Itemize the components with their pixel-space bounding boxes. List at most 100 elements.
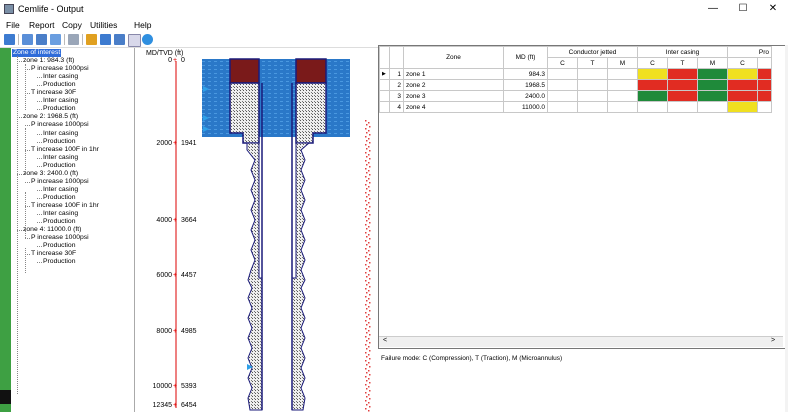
scroll-right-arrow[interactable]: > bbox=[771, 337, 775, 344]
open-icon[interactable] bbox=[22, 34, 33, 45]
cell-failure-status[interactable] bbox=[667, 68, 698, 80]
cell-failure-status[interactable] bbox=[547, 90, 578, 102]
cell-failure-status[interactable] bbox=[637, 90, 668, 102]
results-grid[interactable]: Zone MD (ft) Conductor jetted Inter casi… bbox=[378, 45, 786, 349]
cell-failure-status[interactable] bbox=[577, 90, 608, 102]
cell-failure-status[interactable] bbox=[727, 79, 758, 91]
table-row[interactable]: 4 zone 4 11000.0 bbox=[379, 101, 772, 113]
help-icon[interactable] bbox=[142, 34, 153, 45]
col-subheader[interactable]: C bbox=[727, 57, 758, 69]
cell-failure-status[interactable] bbox=[697, 101, 728, 113]
tree-leaf-node[interactable]: Production bbox=[43, 194, 76, 202]
col-subheader[interactable]: C bbox=[637, 57, 668, 69]
tree-leaf-node[interactable]: Production bbox=[43, 242, 76, 250]
cell-failure-status[interactable] bbox=[667, 79, 698, 91]
tree-leaf-node[interactable]: Inter casing bbox=[43, 186, 78, 194]
cell-failure-status[interactable] bbox=[637, 101, 668, 113]
calculator-icon[interactable] bbox=[100, 34, 111, 45]
col-subheader[interactable]: M bbox=[697, 57, 728, 69]
col-subheader[interactable]: T bbox=[667, 57, 698, 69]
chart-icon[interactable] bbox=[4, 34, 15, 45]
cell-failure-status[interactable] bbox=[727, 90, 758, 102]
cell-failure-status[interactable] bbox=[577, 101, 608, 113]
cell-failure-status[interactable] bbox=[637, 79, 668, 91]
col-subheader[interactable]: C bbox=[547, 57, 578, 69]
tree-zone-node[interactable]: zone 4: 11000.0 (ft) bbox=[23, 226, 81, 234]
cell-failure-status[interactable] bbox=[547, 68, 578, 80]
minimize-button[interactable]: — bbox=[700, 2, 726, 16]
tree-leaf-node[interactable]: Inter casing bbox=[43, 130, 78, 138]
cell-failure-status[interactable] bbox=[607, 68, 638, 80]
cell-md[interactable]: 984.3 bbox=[503, 68, 548, 80]
close-button[interactable]: ✕ bbox=[760, 2, 786, 16]
row-selector[interactable] bbox=[379, 101, 390, 113]
tree-case-node[interactable]: P increase 1000psi bbox=[31, 121, 89, 129]
row-selector[interactable] bbox=[379, 90, 390, 102]
tree-leaf-node[interactable]: Production bbox=[43, 138, 76, 146]
cell-md[interactable]: 11000.0 bbox=[503, 101, 548, 113]
table-row[interactable]: 3 zone 3 2400.0 bbox=[379, 90, 772, 102]
zone-tree[interactable]: Zone of interest zone 1: 984.3 (ft) P incr… bbox=[11, 48, 135, 412]
menu-copy[interactable]: Copy bbox=[62, 20, 82, 30]
table-row[interactable]: ▶ 1 zone 1 984.3 bbox=[379, 68, 772, 80]
bars-icon[interactable] bbox=[86, 34, 97, 45]
tree-leaf-node[interactable]: Inter casing bbox=[43, 154, 78, 162]
horizontal-scrollbar[interactable]: < > bbox=[379, 336, 783, 347]
cell-failure-status[interactable] bbox=[697, 79, 728, 91]
cell-failure-status[interactable] bbox=[667, 101, 698, 113]
menu-help[interactable]: Help bbox=[134, 20, 151, 30]
menu-report[interactable]: Report bbox=[29, 20, 55, 30]
tree-zone-node[interactable]: zone 2: 1968.5 (ft) bbox=[23, 113, 78, 121]
table-icon[interactable] bbox=[114, 34, 125, 45]
tree-zone-node[interactable]: zone 3: 2400.0 (ft) bbox=[23, 170, 78, 178]
cell-zone[interactable]: zone 3 bbox=[403, 90, 504, 102]
edit-icon[interactable] bbox=[128, 34, 141, 47]
col-header-zone[interactable]: Zone bbox=[403, 46, 504, 69]
tree-root[interactable]: Zone of interest bbox=[12, 49, 62, 57]
col-subheader[interactable]: M bbox=[607, 57, 638, 69]
cell-failure-status[interactable] bbox=[577, 68, 608, 80]
col-header-md[interactable]: MD (ft) bbox=[503, 46, 548, 69]
cell-failure-status[interactable] bbox=[697, 68, 728, 80]
cell-zone[interactable]: zone 1 bbox=[403, 68, 504, 80]
cell-md[interactable]: 2400.0 bbox=[503, 90, 548, 102]
tree-leaf-node[interactable]: Inter casing bbox=[43, 73, 78, 81]
cell-zone[interactable]: zone 4 bbox=[403, 101, 504, 113]
cell-zone[interactable]: zone 2 bbox=[403, 79, 504, 91]
save-as-icon[interactable] bbox=[50, 34, 61, 45]
cell-failure-status[interactable] bbox=[727, 101, 758, 113]
cell-failure-status[interactable] bbox=[547, 79, 578, 91]
tree-leaf-node[interactable]: Production bbox=[43, 162, 76, 170]
menu-utilities[interactable]: Utilities bbox=[90, 20, 117, 30]
tree-case-node[interactable]: P increase 1000psi bbox=[31, 234, 89, 242]
grid-icon[interactable] bbox=[68, 34, 79, 45]
tree-case-node[interactable]: T increase 30F bbox=[31, 250, 76, 258]
maximize-button[interactable]: ☐ bbox=[730, 2, 756, 16]
scroll-left-arrow[interactable]: < bbox=[383, 337, 387, 344]
tree-leaf-node[interactable]: Production bbox=[43, 81, 76, 89]
cell-failure-status[interactable] bbox=[607, 79, 638, 91]
tree-leaf-node[interactable]: Production bbox=[43, 218, 76, 226]
menu-file[interactable]: File bbox=[6, 20, 20, 30]
save-icon[interactable] bbox=[36, 34, 47, 45]
cell-failure-status[interactable] bbox=[697, 90, 728, 102]
tree-case-node[interactable]: T increase 100F in 1hr bbox=[31, 202, 99, 210]
row-selector[interactable] bbox=[379, 79, 390, 91]
tree-leaf-node[interactable]: Inter casing bbox=[43, 210, 78, 218]
tree-leaf-node[interactable]: Production bbox=[43, 258, 76, 266]
row-selector[interactable]: ▶ bbox=[379, 68, 390, 80]
tree-zone-node[interactable]: zone 1: 984.3 (ft) bbox=[23, 57, 74, 65]
tree-leaf-node[interactable]: Production bbox=[43, 105, 76, 113]
cell-failure-status[interactable] bbox=[607, 101, 638, 113]
table-row[interactable]: 2 zone 2 1968.5 bbox=[379, 79, 772, 91]
cell-failure-status[interactable] bbox=[637, 68, 668, 80]
tree-leaf-node[interactable]: Inter casing bbox=[43, 97, 78, 105]
cell-failure-status[interactable] bbox=[547, 101, 578, 113]
tree-case-node[interactable]: T increase 30F bbox=[31, 89, 76, 97]
tree-case-node[interactable]: P increase 1000psi bbox=[31, 178, 89, 186]
cell-failure-status[interactable] bbox=[607, 90, 638, 102]
cell-md[interactable]: 1968.5 bbox=[503, 79, 548, 91]
tree-case-node[interactable]: T increase 100F in 1hr bbox=[31, 146, 99, 154]
col-subheader[interactable]: T bbox=[577, 57, 608, 69]
tree-case-node[interactable]: P increase 1000psi bbox=[31, 65, 89, 73]
